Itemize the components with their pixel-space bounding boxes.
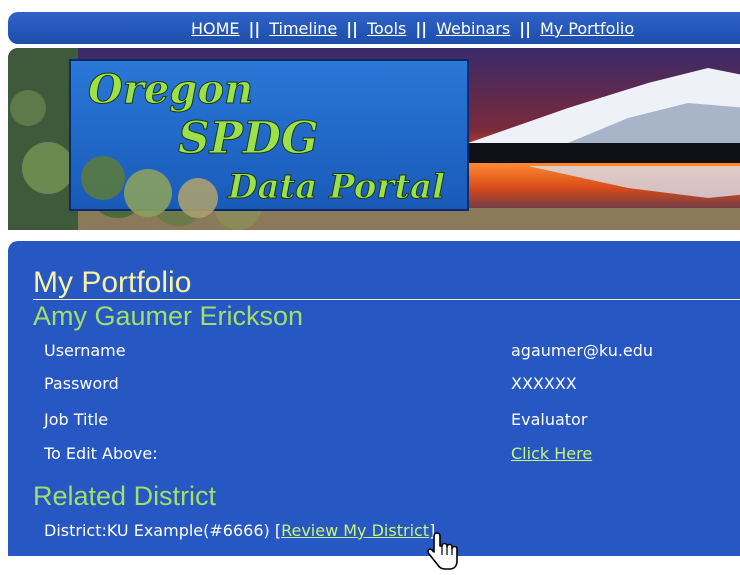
- nav-separator: ||: [415, 19, 428, 38]
- foliage-clump: [22, 142, 74, 194]
- nav-my-portfolio-link[interactable]: My Portfolio: [540, 19, 634, 38]
- top-nav-bar: HOME || Timeline || Tools || Webinars || My Port…: [8, 12, 740, 44]
- banner-line-2: SPDG: [178, 113, 319, 164]
- nav-timeline-link[interactable]: Timeline: [269, 19, 337, 38]
- banner-line-1: Oregon: [88, 66, 253, 113]
- nav-webinars-link[interactable]: Webinars: [436, 19, 510, 38]
- nav-separator: ||: [248, 19, 261, 38]
- page-title: My Portfolio: [33, 266, 192, 299]
- title-divider: [33, 299, 740, 300]
- tree-line: [468, 143, 740, 163]
- district-text: District:KU Example(#6666): [44, 521, 275, 540]
- password-label: Password: [44, 374, 119, 393]
- username-value: agaumer@ku.edu: [511, 341, 654, 360]
- hand-pointer-cursor-icon: [427, 531, 459, 575]
- nav-separator: ||: [519, 19, 531, 38]
- password-value: XXXXXX: [511, 374, 577, 393]
- foliage-clump: [81, 156, 125, 200]
- edit-link-cell: Click Here: [511, 444, 592, 463]
- site-banner: Oregon SPDG Data Portal: [8, 48, 740, 230]
- review-my-district-link[interactable]: Review My District: [281, 521, 429, 540]
- username-label: Username: [44, 341, 126, 360]
- nav-home-link[interactable]: HOME: [191, 19, 240, 38]
- click-here-link[interactable]: Click Here: [511, 444, 592, 463]
- nav-links: HOME || Timeline || Tools || Webinars || My Port…: [191, 19, 634, 38]
- foliage-clump: [124, 169, 172, 217]
- related-district-heading: Related District: [33, 481, 217, 511]
- portfolio-panel: My Portfolio Amy Gaumer Erickson Usernam…: [8, 241, 740, 556]
- nav-tools-link[interactable]: Tools: [367, 19, 406, 38]
- banner-scene: Oregon SPDG Data Portal: [8, 48, 740, 230]
- banner-line-3: Data Portal: [227, 167, 445, 207]
- job-title-label: Job Title: [44, 410, 109, 429]
- district-line: District:KU Example(#6666) [Review My Di…: [44, 521, 435, 540]
- edit-label: To Edit Above:: [44, 444, 158, 463]
- nav-separator: ||: [346, 19, 358, 38]
- foliage-clump: [178, 178, 218, 218]
- user-full-name: Amy Gaumer Erickson: [33, 301, 304, 331]
- foliage-clump: [10, 90, 46, 126]
- foliage-left: [8, 48, 78, 230]
- job-title-value: Evaluator: [511, 410, 588, 429]
